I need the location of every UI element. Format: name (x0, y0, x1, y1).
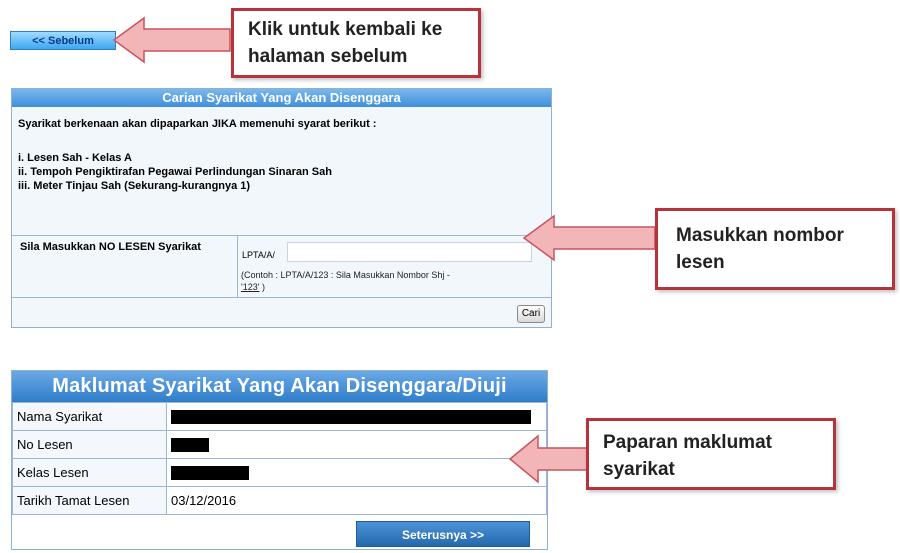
hint-text: (Contoh : LPTA/A/123 : Sila Masukkan Nom… (241, 270, 450, 280)
search-panel: Carian Syarikat Yang Akan Disenggara Sya… (11, 88, 552, 328)
table-row: No Lesen (12, 430, 547, 459)
back-button[interactable]: << Sebelum (10, 31, 116, 50)
hint-close: ) (259, 282, 265, 292)
table-row: Kelas Lesen (12, 458, 547, 487)
company-info-title: Maklumat Syarikat Yang Akan Disenggara/D… (12, 371, 547, 402)
row-label: Tarikh Tamat Lesen (12, 486, 167, 515)
back-arrow-icon (112, 16, 231, 64)
row-label: Kelas Lesen (12, 458, 167, 487)
next-button[interactable]: Seterusnya >> (356, 521, 530, 547)
hint-example: '123' (241, 282, 260, 292)
search-panel-title: Carian Syarikat Yang Akan Disenggara (12, 89, 551, 107)
company-info-table: Nama Syarikat No Lesen Kelas Lesen Tarik… (12, 402, 547, 515)
row-value: 03/12/2016 (166, 486, 547, 515)
callout-license-line1: Masukkan nombor (676, 225, 844, 246)
license-arrow-icon (522, 214, 656, 262)
license-number-input[interactable] (287, 242, 532, 262)
condition-item: i. Lesen Sah - Kelas A (18, 152, 132, 164)
condition-item: ii. Tempoh Pengiktirafan Pegawai Perlind… (18, 166, 332, 178)
table-row: Nama Syarikat (12, 402, 547, 431)
callout-license: Masukkan nombor lesen (655, 208, 895, 290)
condition-item: iii. Meter Tinjau Sah (Sekurang-kurangny… (18, 180, 251, 192)
license-hint: (Contoh : LPTA/A/123 : Sila Masukkan Nom… (241, 269, 450, 293)
callout-license-line2: lesen (676, 252, 725, 273)
license-prefix: LPTA/A/ (242, 250, 275, 260)
callout-back: Klik untuk kembali ke halaman sebelum (231, 8, 481, 78)
callout-company-line2: syarikat (603, 459, 675, 480)
row-value (166, 458, 547, 487)
callout-back-line1: Klik untuk kembali ke (248, 19, 443, 40)
redaction-bar (171, 438, 209, 453)
redaction-bar (171, 410, 531, 425)
company-info-panel: Maklumat Syarikat Yang Akan Disenggara/D… (11, 370, 548, 550)
callout-company-line1: Paparan maklumat (603, 432, 772, 453)
row-label: Nama Syarikat (12, 402, 167, 431)
row-label: No Lesen (12, 430, 167, 459)
table-row: Tarikh Tamat Lesen 03/12/2016 (12, 486, 547, 515)
search-button[interactable]: Cari (517, 305, 545, 323)
search-intro: Syarikat berkenaan akan dipaparkan JIKA … (18, 118, 377, 130)
license-input-label: Sila Masukkan NO LESEN Syarikat (20, 241, 201, 253)
row-value (166, 430, 547, 459)
callout-company: Paparan maklumat syarikat (586, 418, 836, 490)
redaction-bar (171, 466, 249, 481)
company-arrow-icon (508, 434, 592, 484)
callout-back-line2: halaman sebelum (248, 46, 408, 67)
row-value (166, 402, 547, 431)
